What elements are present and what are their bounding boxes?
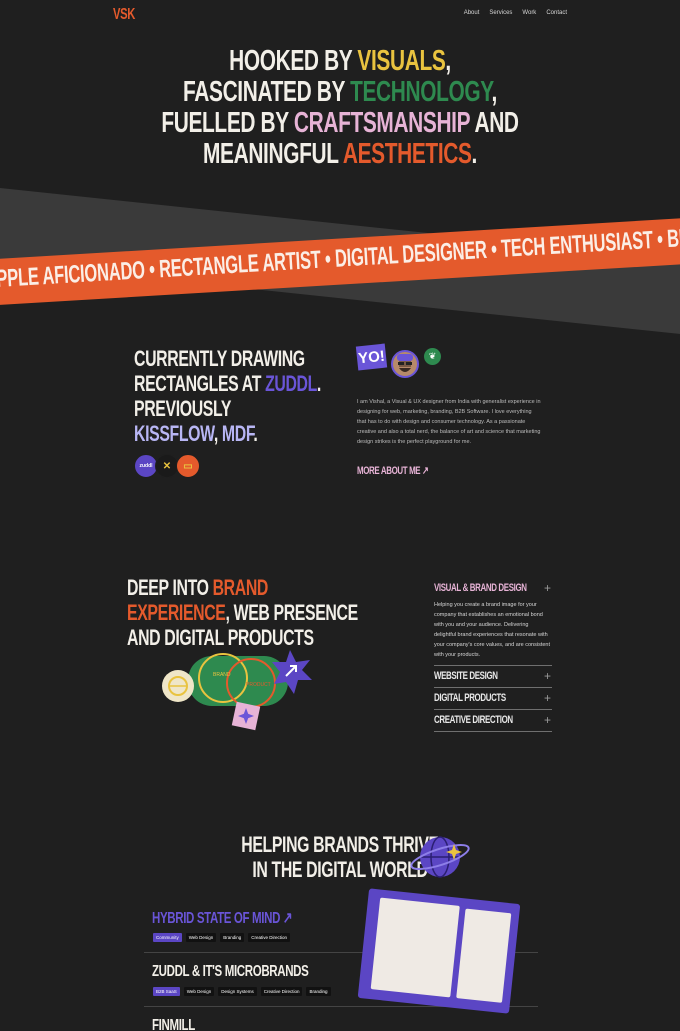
service-title[interactable]: VISUAL & BRAND DESIGN xyxy=(434,582,527,594)
service-description: Helping you create a brand image for you… xyxy=(434,602,550,658)
role-text: . xyxy=(316,371,321,396)
services-text: DEEP INTO xyxy=(127,575,213,600)
hero-line-3: FUELLED BY CRAFTSMANSHIP AND xyxy=(95,108,585,139)
hero-heading: HOOKED BY VISUALS, FASCINATED BY TECHNOL… xyxy=(0,46,680,170)
service-title[interactable]: CREATIVE DIRECTION xyxy=(434,714,519,726)
kissflow-link[interactable]: KISSFLOW xyxy=(134,421,214,446)
services-line-2: EXPERIENCE, WEB PRESENCE xyxy=(127,600,358,625)
tag: B2B SaaS xyxy=(153,987,180,996)
work-heading-line-2: IN THE DIGITAL WORLD xyxy=(252,857,428,882)
plus-icon[interactable]: + xyxy=(544,691,551,705)
plus-icon[interactable]: + xyxy=(544,669,551,683)
services-line-3: AND DIGITAL PRODUCTS xyxy=(127,625,314,650)
tag: Creative Direction xyxy=(248,933,290,942)
nav-services[interactable]: Services xyxy=(489,10,512,16)
hero-text: FUELLED BY xyxy=(161,107,294,139)
nav-contact[interactable]: Contact xyxy=(546,10,567,16)
globe-icon xyxy=(410,836,470,878)
project-preview-image xyxy=(357,888,521,1014)
brand-venn-illustration: BRAND PRODUCT xyxy=(162,650,312,731)
tag: Web Design xyxy=(185,933,217,942)
leaf-icon: ❦ xyxy=(424,348,441,365)
current-role-heading: CURRENTLY DRAWING RECTANGLES AT ZUDDL. P… xyxy=(134,346,394,446)
plus-icon[interactable]: + xyxy=(544,713,551,727)
services-accordion: VISUAL & BRAND DESIGN + Helping you crea… xyxy=(434,578,552,732)
project-title[interactable]: HYBRID STATE OF MIND ↗ xyxy=(152,908,293,928)
preview-page xyxy=(370,897,460,998)
work-heading-line-1: HELPING BRANDS THRIVE xyxy=(241,832,439,857)
site-logo[interactable]: VSK xyxy=(113,6,135,24)
project-title[interactable]: ZUDDL & IT'S MICROBRANDS xyxy=(152,963,309,981)
preview-panel xyxy=(456,908,512,1003)
tag: Branding xyxy=(306,987,331,996)
role-line-3: PREVIOUSLY xyxy=(134,396,232,421)
nav-work[interactable]: Work xyxy=(522,10,536,16)
work-heading: HELPING BRANDS THRIVE IN THE DIGITAL WOR… xyxy=(0,832,680,882)
services-text: , WEB PRESENCE xyxy=(225,600,359,625)
hero-text: HOOKED BY xyxy=(229,45,358,77)
services-line-1: DEEP INTO BRAND xyxy=(127,575,358,600)
hero-text: . xyxy=(471,138,478,170)
role-line-4: KISSFLOW, MDF. xyxy=(134,421,321,446)
role-line-2: RECTANGLES AT ZUDDL. xyxy=(134,371,321,396)
venn-label-product: PRODUCT xyxy=(246,682,271,688)
project-tags: B2B SaaS Web Design Design Systems Creat… xyxy=(153,987,331,996)
hero-highlight: TECHNOLOGY xyxy=(350,76,492,108)
yo-sticker: YO! xyxy=(355,343,388,371)
role-text: . xyxy=(253,421,258,446)
tag: Branding xyxy=(220,933,245,942)
service-item-digital-products[interactable]: DIGITAL PRODUCTS + xyxy=(434,688,552,710)
tag: Design Systems xyxy=(218,987,257,996)
mdf-logo-icon: ▭ xyxy=(176,454,200,478)
hero-text: , xyxy=(491,76,498,108)
services-heading: DEEP INTO BRAND EXPERIENCE, WEB PRESENCE… xyxy=(127,575,448,650)
venn-label-brand: BRAND xyxy=(213,672,231,678)
project-tags: Community Web Design Branding Creative D… xyxy=(153,933,290,942)
project-title[interactable]: FINMILL xyxy=(152,1017,195,1031)
hero-text: , xyxy=(445,45,451,77)
mdf-link[interactable]: MDF xyxy=(222,421,254,446)
hero-line-1: HOOKED BY VISUALS, xyxy=(95,46,585,77)
role-text: , xyxy=(213,421,222,446)
role-line-1: CURRENTLY DRAWING xyxy=(134,346,305,371)
zuddl-link[interactable]: ZUDDL xyxy=(265,371,317,396)
nav-about[interactable]: About xyxy=(464,10,480,16)
hero-highlight: VISUALS xyxy=(357,45,446,77)
main-nav: About Services Work Contact xyxy=(464,10,567,16)
tag: Web Design xyxy=(183,987,215,996)
hero-line-2: FASCINATED BY TECHNOLOGY, xyxy=(95,77,585,108)
hero-text: FASCINATED BY xyxy=(183,76,351,108)
about-bio: I am Vishal, a Visual & UX designer from… xyxy=(357,399,541,445)
hero-line-4: MEANINGFUL AESTHETICS. xyxy=(95,139,585,170)
more-about-link[interactable]: MORE ABOUT ME ↗ xyxy=(357,464,429,477)
service-title[interactable]: WEBSITE DESIGN xyxy=(434,670,519,682)
tag: Community xyxy=(153,933,182,942)
services-highlight: BRAND xyxy=(212,575,269,600)
avatar-icon xyxy=(391,350,419,378)
hero-highlight: CRAFTSMANSHIP xyxy=(293,107,470,139)
service-item-website[interactable]: WEBSITE DESIGN + xyxy=(434,666,552,688)
service-item-visual-brand[interactable]: VISUAL & BRAND DESIGN + Helping you crea… xyxy=(434,578,552,666)
hero-text: MEANINGFUL xyxy=(203,138,343,170)
service-title[interactable]: DIGITAL PRODUCTS xyxy=(434,692,519,704)
plus-icon[interactable]: + xyxy=(544,581,551,595)
service-item-creative-direction[interactable]: CREATIVE DIRECTION + xyxy=(434,710,552,732)
services-highlight: EXPERIENCE xyxy=(127,600,226,625)
hero-highlight: AESTHETICS xyxy=(342,138,472,170)
tag: Creative Direction xyxy=(260,987,303,996)
company-logos: zuddl ✕ ▭ xyxy=(134,454,200,478)
role-text: RECTANGLES AT xyxy=(134,371,266,396)
hero-text: AND xyxy=(469,107,519,139)
